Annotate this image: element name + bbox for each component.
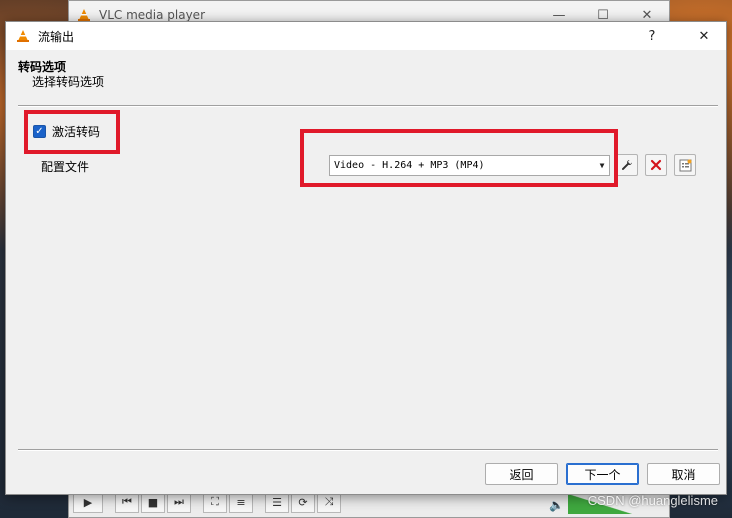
cancel-button[interactable]: 取消 [647, 463, 720, 485]
wrench-icon [622, 160, 632, 170]
profile-label: 配置文件 [41, 160, 90, 174]
profile-selected-value: Video - H.264 + MP3 (MP4) [334, 160, 485, 171]
divider [18, 449, 718, 451]
next-button[interactable]: 下一个 [566, 463, 639, 485]
new-profile-button[interactable] [674, 154, 696, 176]
volume-icon[interactable]: 🔈 [549, 498, 564, 512]
dialog-title: 流输出 [38, 29, 75, 44]
watermark: CSDN @huanglelisme [587, 493, 718, 508]
vlc-cone-icon [16, 29, 30, 43]
vlc-cone-icon [77, 8, 91, 22]
vlc-window-title: VLC media player [99, 8, 206, 22]
activate-transcoding-label: 激活转码 [52, 125, 101, 139]
dialog-titlebar: 流输出 ? ✕ [6, 22, 726, 50]
dropdown-arrow-icon: ▼ [599, 161, 605, 170]
back-button[interactable]: 返回 [485, 463, 558, 485]
activate-transcoding-checkbox[interactable]: ✓ 激活转码 [33, 123, 100, 140]
delete-profile-button[interactable] [645, 154, 667, 176]
new-profile-icon [679, 159, 691, 171]
section-subtitle: 选择转码选项 [32, 75, 105, 89]
delete-x-icon [650, 159, 662, 171]
edit-profile-button[interactable] [616, 154, 638, 176]
profile-select[interactable]: Video - H.264 + MP3 (MP4) ▼ [329, 155, 610, 176]
stream-output-dialog: 流输出 ? ✕ 转码选项 选择转码选项 ✓ 激活转码 配置文件 Video - … [5, 21, 727, 495]
section-title: 转码选项 [18, 60, 67, 74]
divider [18, 105, 718, 107]
checkbox-checked-icon[interactable]: ✓ [33, 125, 46, 138]
help-button[interactable]: ? [630, 22, 674, 50]
dialog-close-button[interactable]: ✕ [682, 22, 726, 50]
